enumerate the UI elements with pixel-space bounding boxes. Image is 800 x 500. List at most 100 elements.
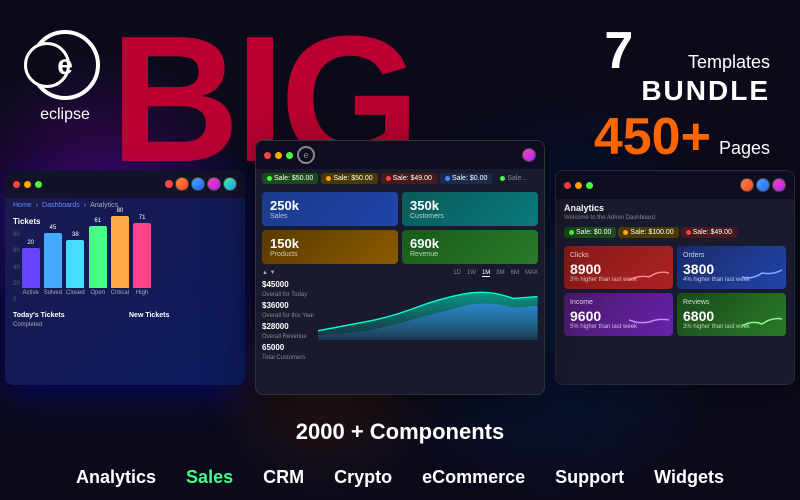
bar-visual [111,216,129,288]
card-label: Products [270,251,390,258]
bar-active: 20 Active [22,240,40,296]
center-avatar-group [522,148,536,162]
center-dash-logo: e [297,146,315,164]
pill-dot [326,176,331,181]
bar-visual [89,226,107,288]
r-dot-red [564,182,571,189]
right-pill-dot [569,230,574,235]
brand-logo-area: e eclipse [30,30,100,124]
new-tickets-title: New Tickets [129,312,237,319]
bar-value: 20 [27,240,34,246]
nav-sales[interactable]: Sales [186,467,233,488]
tickets-bar-chart: 20 Active 45 Solved 38 Closed 61 Open 80… [22,230,151,300]
brand-name: eclipse [40,106,90,124]
right-av3 [772,178,786,192]
time-6m[interactable]: 6M [511,270,519,277]
rsc-title-0: Clicks [570,252,667,259]
bar-solved: 45 Solved [44,225,62,296]
bundle-number: 7 [604,25,633,77]
win-dot-yellow [275,152,282,159]
r-dot-green [586,182,593,189]
center-card-0: 250k Sales [262,192,398,226]
center-area-chart [318,280,538,340]
pill-dot [267,176,272,181]
avatar-1 [175,177,189,191]
left-dashboard: Home › Dashboards › Analytics Tickets 80… [5,170,245,385]
nav-support[interactable]: Support [555,467,624,488]
card-number: 690k [410,236,530,251]
center-pill-1: Sale: $50.00 [321,173,377,184]
nav-ecommerce[interactable]: eCommerce [422,467,525,488]
bundle-templates-label: Templates [641,52,770,73]
avatar-3 [207,177,221,191]
bar-critical: 80 Critical [111,208,129,296]
bar-value: 61 [94,218,101,224]
new-tickets-col: New Tickets [129,312,237,330]
card-label: Revenue [410,251,530,258]
today-section: Today's Tickets Completed New Tickets [5,309,245,333]
rsc-title-3: Reviews [683,299,780,306]
time-1m[interactable]: 1M [482,270,490,277]
time-max[interactable]: MAX [525,270,538,277]
nav-analytics[interactable]: Analytics [76,467,156,488]
right-av2 [756,178,770,192]
bar-value: 45 [50,225,57,231]
card-number: 150k [270,236,390,251]
tickets-section: Tickets 80 60 40 20 0 20 Active 45 Solve… [5,213,245,309]
sparkline-2 [629,312,669,332]
center-card-3: 690k Revenue [402,230,538,264]
right-stat-card-2: Income 9600 5% higher than last week [564,293,673,336]
bar-value: 80 [117,208,124,214]
completed-label: Completed [13,322,42,328]
window-dot-yellow [24,181,31,188]
window-dot-red [13,181,20,188]
time-1w[interactable]: 1W [467,270,476,277]
nav-widgets[interactable]: Widgets [654,467,724,488]
nav-crm[interactable]: CRM [263,467,304,488]
time-1d[interactable]: 1D [453,270,461,277]
right-dash-header [556,171,794,199]
avatar-4 [223,177,237,191]
nav-crypto[interactable]: Crypto [334,467,392,488]
center-stat-pills: Sale: $50.00Sale: $50.00Sale: $49.00Sale… [256,169,544,188]
components-label: 2000 + Components [296,419,504,445]
time-3m[interactable]: 3M [496,270,504,277]
card-number: 250k [270,198,390,213]
center-stat-cards: 250k Sales 350k Customers 150k Products … [256,188,544,268]
logo-icon: e [30,30,100,100]
card-label: Customers [410,213,530,220]
card-label: Sales [270,213,390,220]
today-tickets-title: Today's Tickets [13,312,121,319]
center-pill-0: Sale: $50.00 [262,173,318,184]
right-dashboard: Analytics Welcome to the Admin Dashboard… [555,170,795,385]
logo-letter: e [57,49,73,81]
r-dot-yellow [575,182,582,189]
bar-open: 61 Open [89,218,107,296]
bar-label: High [136,290,148,296]
bar-visual [133,223,151,288]
right-pill-dot [686,230,691,235]
sparkline-0 [629,265,669,285]
right-stat-card-3: Reviews 6800 3% higher than last week [677,293,786,336]
bottom-navigation[interactable]: Analytics Sales CRM Crypto eCommerce Sup… [0,467,800,488]
today-tickets-col: Today's Tickets Completed [13,312,121,330]
right-dash-title: Analytics [556,199,794,215]
chart-time-labels: ▲ ▼ 1D 1W 1M 3M 6M MAX [262,270,538,277]
bar-closed: 38 Closed [66,232,85,296]
pill-dot [386,176,391,181]
bar-label: Open [90,290,105,296]
right-avatar-group [740,178,786,192]
bar-value: 71 [139,215,146,221]
bar-visual [44,233,62,288]
completed-row: Completed [13,322,121,328]
notif-badge [165,180,173,188]
dashboard-screenshots: Home › Dashboards › Analytics Tickets 80… [0,140,800,395]
bar-value: 38 [72,232,79,238]
bar-label: Critical [111,290,129,296]
left-dash-header [5,170,245,198]
bar-high: 71 High [133,215,151,296]
center-card-1: 350k Customers [402,192,538,226]
bar-label: Active [23,290,39,296]
center-pill-extra: Sale... [495,173,532,184]
bar-visual [22,248,40,288]
